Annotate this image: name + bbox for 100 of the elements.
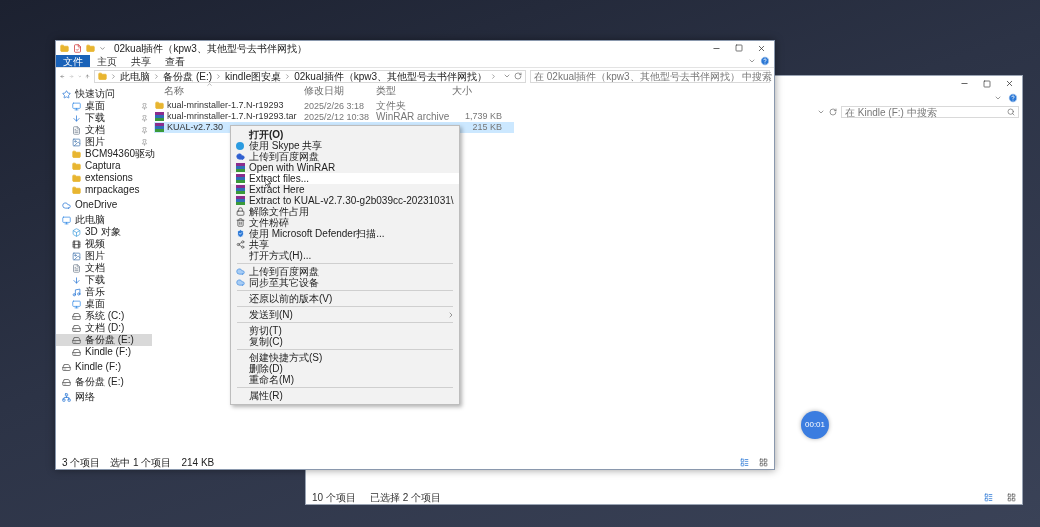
back-icon[interactable] (60, 71, 65, 81)
nav-item[interactable]: extensions (56, 172, 152, 184)
ribbon-tab[interactable]: 主页 (90, 55, 124, 67)
folder-icon[interactable] (60, 43, 69, 53)
breadcrumb[interactable]: 备份盘 (E:) (163, 68, 213, 84)
new-folder-icon[interactable] (86, 43, 95, 53)
window-title: 02kual插件（kpw3、其他型号去书伴网找） (114, 41, 308, 56)
menu-item[interactable]: Extract to KUAL-v2.7.30-g2b039cc-20231031\ (231, 195, 459, 206)
nav-item[interactable]: 下载 (56, 112, 152, 124)
chevron-icon[interactable] (994, 94, 1002, 102)
menu-item[interactable]: Open with WinRAR (231, 162, 459, 173)
ribbon-tab[interactable]: 查看 (158, 55, 192, 67)
skype-icon (236, 141, 244, 150)
column-header[interactable]: 修改日期 (304, 83, 376, 98)
details-view-icon[interactable] (740, 457, 749, 467)
nav-item[interactable]: 备份盘 (E:) (56, 376, 152, 388)
breadcrumb[interactable]: kindle图安桌 (225, 68, 282, 84)
menu-item[interactable]: 使用 Microsoft Defender扫描... (231, 228, 459, 239)
nav-item[interactable]: Captura (56, 160, 152, 172)
nav-item[interactable]: 网络 (56, 391, 152, 403)
menu-item[interactable]: 还原以前的版本(V) (231, 293, 459, 304)
cloud-icon (235, 152, 245, 161)
separator-icon (110, 72, 118, 80)
nav-item[interactable]: 此电脑 (56, 214, 152, 226)
address-bar[interactable]: 此电脑 备份盘 (E:) kindle图安桌 02kual插件（kpw3、其他型号去书伴网找） (94, 69, 526, 83)
dropdown-icon[interactable] (503, 72, 511, 80)
monitor-icon (72, 299, 81, 309)
properties-icon[interactable] (73, 43, 82, 53)
nav-item[interactable]: Kindle (F:) (56, 361, 152, 373)
customize-icon[interactable] (99, 44, 106, 52)
column-header[interactable]: 类型 (376, 83, 452, 98)
maximize-icon[interactable] (983, 79, 991, 88)
dropdown-icon[interactable] (817, 108, 825, 116)
nav-item[interactable]: 备份盘 (E:) (56, 334, 152, 346)
nav-item[interactable]: 视频 (56, 238, 152, 250)
tiles-view-icon[interactable] (1007, 492, 1016, 502)
menu-item[interactable]: 删除(D) (231, 363, 459, 374)
help-icon[interactable] (760, 56, 770, 66)
menu-item[interactable]: 解除文件占用 (231, 206, 459, 217)
close-icon[interactable] (757, 43, 766, 53)
nav-item[interactable]: 图片 (56, 250, 152, 262)
date-cell: 2025/2/12 10:38 (304, 112, 370, 122)
file-row[interactable]: kual-mrinstaller-1.7.N-r19293.tar 2025/2/12 10:38 WinRAR archive 1,739 KB (154, 111, 514, 122)
lock-icon (235, 207, 245, 216)
file-row[interactable]: kual-mrinstaller-1.7.N-r19293 2025/2/26 3:18 文件夹 (154, 100, 514, 111)
tiles-view-icon[interactable] (759, 457, 768, 467)
menu-item[interactable]: Extract Here (231, 184, 459, 195)
refresh-icon[interactable] (514, 72, 522, 80)
item-count: 3 个项目 (62, 455, 101, 470)
nav-item[interactable]: 文档 (D:) (56, 322, 152, 334)
maximize-icon[interactable] (735, 44, 743, 52)
menu-item[interactable]: 创建快捷方式(S) (231, 352, 459, 363)
breadcrumb[interactable]: 此电脑 (120, 68, 151, 84)
nav-item[interactable]: 下载 (56, 274, 152, 286)
search-field[interactable]: 在 02kual插件（kpw3、其他型号去书伴网找） 中搜索 (530, 69, 770, 83)
menu-item[interactable]: 属性(R) (231, 390, 459, 401)
nav-item[interactable]: mrpackages (56, 184, 152, 196)
ribbon-tab[interactable]: 共享 (124, 55, 158, 67)
archive-icon (235, 196, 245, 205)
shield-icon (235, 229, 245, 238)
share-icon (235, 240, 245, 249)
details-view-icon[interactable] (984, 492, 993, 502)
menu-item[interactable]: Extract files... (231, 173, 459, 184)
folder-icon (72, 161, 81, 171)
chevron-icon[interactable] (748, 57, 756, 65)
menu-item[interactable]: 复制(C) (231, 336, 459, 347)
breadcrumb[interactable]: 02kual插件（kpw3、其他型号去书伴网找） (294, 68, 487, 84)
menu-item[interactable]: 文件粉碎 (231, 217, 459, 228)
search-field[interactable]: 在 Kindle (F:) 中搜索 (841, 106, 1019, 118)
nav-item[interactable]: 文档 (56, 262, 152, 274)
up-icon[interactable] (85, 71, 91, 81)
star-icon (62, 89, 71, 99)
sort-icon (206, 81, 213, 88)
menu-item[interactable]: 共享 (231, 239, 459, 250)
column-header[interactable]: 名称 (154, 83, 304, 98)
nav-item[interactable]: 3D 对象 (56, 226, 152, 238)
close-icon[interactable] (1005, 79, 1014, 88)
menu-item[interactable]: 重命名(M) (231, 374, 459, 385)
menu-item[interactable]: 上传到百度网盘 (231, 266, 459, 277)
nav-item[interactable]: 快速访问 (56, 88, 152, 100)
date-cell: 2025/2/26 3:18 (304, 101, 365, 111)
nav-item[interactable]: OneDrive (56, 199, 152, 211)
nav-item[interactable]: 桌面 (56, 298, 152, 310)
ribbon-tab[interactable]: 文件 (56, 55, 90, 67)
menu-item[interactable]: 剪切(T) (231, 325, 459, 336)
refresh-icon[interactable] (829, 108, 837, 116)
nav-item[interactable]: Kindle (F:) (56, 346, 152, 358)
nav-item[interactable]: 桌面 (56, 100, 152, 112)
menu-item[interactable]: 使用 Skype 共享 (231, 140, 459, 151)
nav-item[interactable]: 文档 (56, 124, 152, 136)
menu-item[interactable]: 上传到百度网盘 (231, 151, 459, 162)
nav-item[interactable]: 图片 (56, 136, 152, 148)
nav-item[interactable]: 音乐 (56, 286, 152, 298)
menu-item[interactable]: 发送到(N) (231, 309, 459, 320)
help-icon[interactable] (1008, 93, 1018, 103)
menu-item[interactable]: 打开方式(H)... (231, 250, 459, 261)
column-header[interactable]: 大小 (452, 83, 502, 98)
nav-item[interactable]: 系统 (C:) (56, 310, 152, 322)
cloud-icon (62, 200, 71, 210)
menu-item[interactable]: 同步至其它设备 (231, 277, 459, 288)
